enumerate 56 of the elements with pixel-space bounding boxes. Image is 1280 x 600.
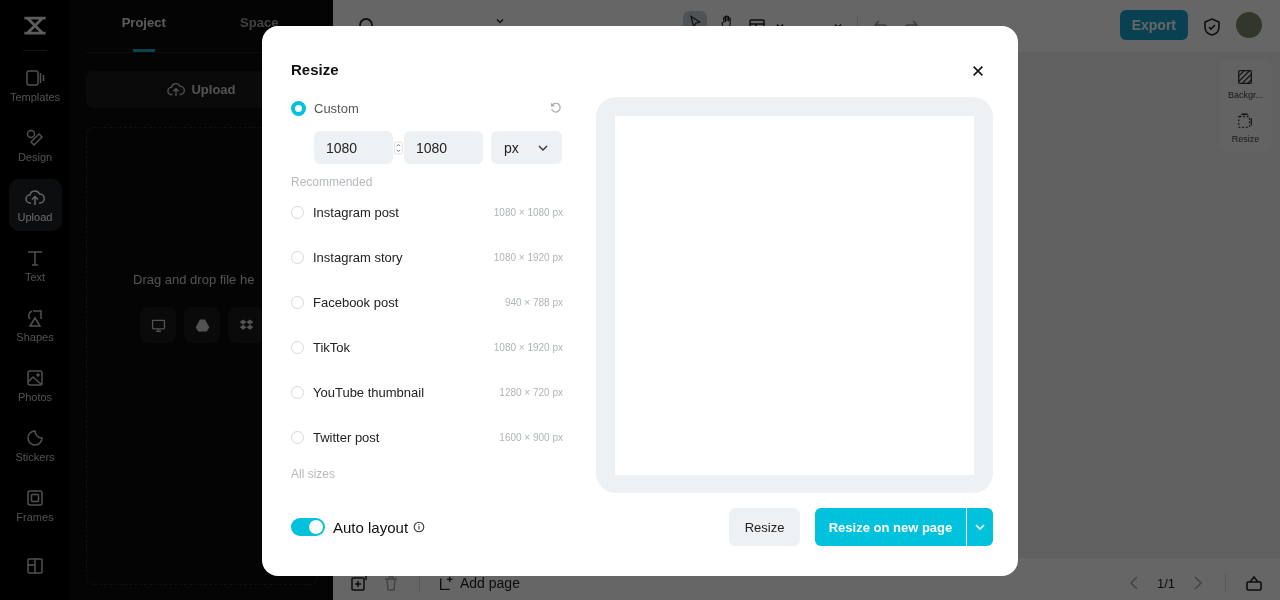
computer-button[interactable] xyxy=(140,307,176,343)
add-page-button[interactable]: Add page xyxy=(438,574,520,592)
size-label: 1080 × 1080 px xyxy=(493,207,563,218)
toggle-switch[interactable] xyxy=(291,518,325,536)
sidebar-item[interactable]: Shapes xyxy=(8,299,62,352)
dropbox-button[interactable] xyxy=(228,307,264,343)
unit-dropdown[interactable]: px xyxy=(491,131,562,164)
auto-layout-label: Auto layout xyxy=(333,518,409,536)
size-label: 940 × 788 px xyxy=(504,297,563,308)
info-icon[interactable] xyxy=(413,521,426,533)
add-page-icon[interactable] xyxy=(349,573,369,593)
templates-icon xyxy=(25,67,45,88)
cloud-upload-icon xyxy=(167,80,186,99)
shield-icon[interactable] xyxy=(1202,17,1222,37)
sidebar-item[interactable]: Frames xyxy=(8,479,62,532)
layout-icon xyxy=(25,556,45,576)
chevron-down-icon xyxy=(974,521,986,533)
panel-tab[interactable]: Project xyxy=(86,0,202,52)
stickers-icon xyxy=(25,428,45,449)
logo-icon[interactable] xyxy=(22,15,48,37)
resize-icon xyxy=(1236,112,1255,130)
size-label: 1280 × 720 px xyxy=(499,387,563,398)
size-label: 1080 × 1920 px xyxy=(493,342,563,353)
option-label: Custom xyxy=(314,100,359,116)
size-label: 1080 × 1920 px xyxy=(493,252,563,263)
width-field[interactable]: 1080 xyxy=(314,131,393,164)
upload-icon xyxy=(25,187,45,208)
background-tool[interactable]: Backgr... xyxy=(1228,68,1263,100)
swap-icon[interactable] xyxy=(394,140,403,155)
sidebar-item[interactable]: Photos xyxy=(8,359,62,412)
export-button[interactable]: Export xyxy=(1119,10,1188,40)
text-icon xyxy=(25,248,45,268)
frames-icon xyxy=(25,488,45,509)
sidebar-item[interactable]: Stickers xyxy=(8,419,62,472)
height-field[interactable]: 1080 xyxy=(404,131,483,164)
collapse-icon[interactable] xyxy=(1244,573,1264,593)
sidebar-item[interactable]: Templates xyxy=(8,59,62,112)
resize-button[interactable]: Resize xyxy=(729,508,800,546)
drive-button[interactable] xyxy=(184,307,220,343)
resize-tool[interactable]: Resize xyxy=(1231,112,1260,144)
dropdown-button[interactable] xyxy=(967,508,993,546)
photos-icon xyxy=(25,368,45,389)
sidebar-item[interactable]: Design xyxy=(8,119,62,172)
reset-icon[interactable] xyxy=(549,101,563,115)
avatar[interactable] xyxy=(1236,12,1262,38)
sidebar-item[interactable]: Text xyxy=(8,239,62,292)
radio-button[interactable] xyxy=(291,100,306,116)
page-counter: 1/1 xyxy=(1156,575,1175,591)
drop-hint: Drag and drop file he xyxy=(132,272,256,287)
size-label: 1600 × 900 px xyxy=(499,432,563,443)
design-icon xyxy=(25,127,45,148)
shapes-icon xyxy=(25,308,45,329)
resize-on-new-page-button[interactable]: Resize on new page xyxy=(815,508,966,546)
hatched-square-icon xyxy=(1236,68,1255,86)
close-icon[interactable] xyxy=(971,64,985,78)
sidebar-item[interactable]: Upload xyxy=(8,179,62,232)
